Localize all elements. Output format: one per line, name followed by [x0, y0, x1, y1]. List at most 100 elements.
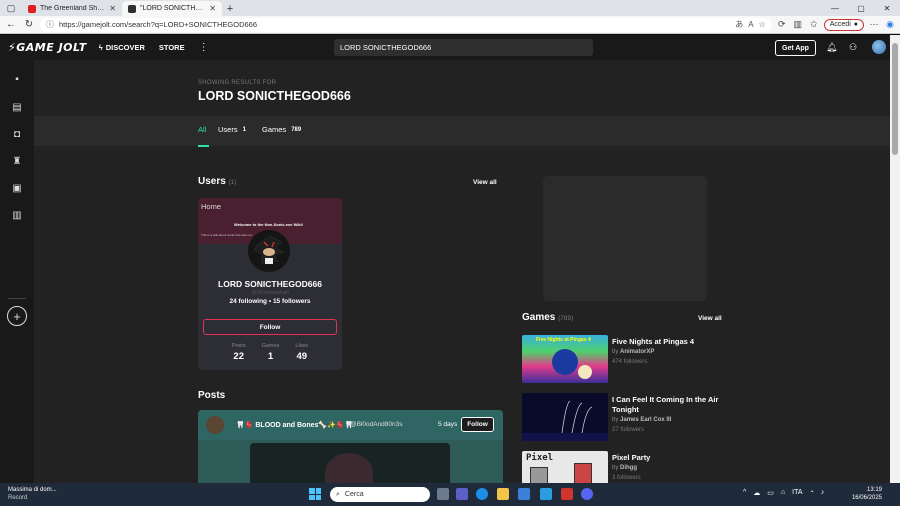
site-search-input[interactable]: LORD SONICTHEGOD666	[334, 39, 593, 56]
close-tab-icon[interactable]: ✕	[209, 4, 216, 13]
browser-tab-1[interactable]: The Greenland Shark - World's O ✕	[22, 1, 122, 16]
game-thumbnail[interactable]	[522, 393, 608, 441]
post-author-avatar[interactable]	[206, 416, 224, 434]
game-item[interactable]: I Can Feel It Coming In the Air Tonight …	[522, 393, 722, 441]
more-menu-icon[interactable]: ⋯	[868, 19, 880, 30]
store-icon[interactable]: ▤	[10, 100, 24, 114]
discover-link[interactable]: ϟ DISCOVER	[99, 43, 145, 52]
system-tray: ^ ☁ ▭ ⌂ ITA ◔ ♪	[743, 489, 824, 497]
pingas-character-icon	[552, 349, 578, 375]
author-name[interactable]: AnimatorXP	[620, 349, 654, 355]
quest-icon[interactable]: ⚇	[849, 42, 857, 53]
author-name[interactable]: Dihgg	[620, 465, 637, 471]
taskbar-search[interactable]: ⌕ Cerca	[330, 487, 430, 502]
wifi-icon[interactable]: ◔	[810, 489, 814, 497]
post-author-name[interactable]: 🦷🫀 BLOOD and Bones🦴✨🫀🦷	[236, 421, 353, 429]
game-title[interactable]: Five Nights at Pingas 4	[612, 337, 722, 347]
cloud-icon[interactable]: ☁	[753, 489, 760, 497]
tab-actions-icon[interactable]: ▢	[0, 0, 22, 16]
browser-toolbar: ← ↻ ⓘ https://gamejolt.com/search?q=LORD…	[0, 16, 900, 34]
store-app-icon[interactable]	[518, 488, 530, 500]
post-follow-button[interactable]: Follow	[461, 417, 494, 432]
metric-likes-label: Likes	[295, 343, 309, 349]
split-screen-icon[interactable]: ▥	[792, 19, 804, 30]
game-thumbnail[interactable]: Five Nights at Pingas 4	[522, 335, 608, 383]
game-thumbnail[interactable]: Pixel	[522, 451, 608, 483]
back-icon[interactable]: ←	[4, 18, 18, 32]
game-item[interactable]: Five Nights at Pingas 4 Five Nights at P…	[522, 335, 722, 383]
mcafee-icon[interactable]	[561, 488, 573, 500]
weather-app-icon[interactable]	[540, 488, 552, 500]
address-bar[interactable]: ⓘ https://gamejolt.com/search?q=LORD+SON…	[40, 17, 772, 32]
taskbar-clock[interactable]: 13:19 16/06/2025	[848, 486, 882, 502]
results-query: LORD SONICTHEGOD666	[198, 89, 351, 103]
post-image[interactable]	[250, 443, 450, 483]
add-community-button[interactable]: +	[7, 306, 27, 326]
user-card-avatar[interactable]	[248, 230, 290, 272]
activity-icon[interactable]: ▪	[10, 72, 24, 86]
user-card-name[interactable]: LORD SONICTHEGOD666	[198, 279, 342, 289]
weather-widget[interactable]: Massima di dom... Record	[8, 486, 57, 502]
author-name[interactable]: James Earl Cox III	[620, 417, 671, 423]
followers-count[interactable]: 15 followers	[273, 298, 311, 305]
metric-games-label: Games	[261, 343, 280, 349]
post-card[interactable]: 🦷🫀 BLOOD and Bones🦴✨🫀🦷 @Bl0odAnd80n3s 5 …	[198, 410, 503, 483]
by-label: by	[612, 417, 619, 423]
library-icon[interactable]: ▥	[10, 208, 24, 222]
maximize-icon[interactable]: ▢	[848, 0, 874, 16]
volume-icon[interactable]: ♪	[821, 489, 825, 497]
task-view-icon[interactable]	[437, 488, 449, 500]
language-indicator[interactable]: ITA	[792, 489, 802, 497]
game-item[interactable]: Pixel Pixel Party by Dihgg 3 followers	[522, 451, 722, 483]
games-view-all-link[interactable]: View all	[698, 315, 722, 322]
trophy-icon[interactable]: ♜	[10, 154, 24, 168]
more-vertical-icon[interactable]: ⋮	[199, 42, 209, 53]
page-scrollbar[interactable]	[890, 35, 900, 483]
file-explorer-icon[interactable]	[497, 488, 509, 500]
translate-icon[interactable]: あ	[735, 19, 743, 30]
chevron-up-icon[interactable]: ^	[743, 489, 746, 497]
store-link[interactable]: STORE	[159, 43, 185, 52]
game-title[interactable]: I Can Feel It Coming In the Air Tonight	[612, 395, 722, 415]
site-header: ⚡GAME JOLT ϟ DISCOVER STORE ⋮ LORD SONICT…	[0, 35, 890, 60]
chat-icon[interactable]: ▣	[10, 181, 24, 195]
tab-users[interactable]: Users 1	[218, 125, 246, 134]
network-icon[interactable]: ⌂	[781, 489, 785, 497]
edge-icon[interactable]	[476, 488, 488, 500]
read-aloud-icon[interactable]: A	[748, 20, 753, 29]
backpack-icon[interactable]: ◘	[10, 127, 24, 141]
copilot-icon[interactable]: ◉	[884, 19, 896, 30]
favorites-icon[interactable]: ✩	[808, 19, 820, 30]
game-title[interactable]: Pixel Party	[612, 453, 722, 463]
bell-icon[interactable]: 🔔︎	[826, 42, 837, 53]
scrollbar-thumb[interactable]	[892, 43, 898, 155]
following-count[interactable]: 24 following	[229, 298, 267, 305]
browser-tab-2[interactable]: "LORD SONICTHEGOD666" on Ga ✕	[122, 1, 222, 16]
favorite-star-icon[interactable]: ☆	[759, 20, 766, 29]
gamejolt-logo[interactable]: ⚡GAME JOLT	[8, 41, 87, 54]
windows-start-icon[interactable]	[309, 488, 321, 500]
get-app-button[interactable]: Get App	[775, 40, 816, 56]
refresh-icon[interactable]: ↻	[22, 18, 36, 32]
new-tab-button[interactable]: +	[222, 1, 238, 16]
site-info-icon[interactable]: ⓘ	[46, 19, 54, 30]
post-timestamp[interactable]: 5 days	[438, 421, 457, 428]
tab-all[interactable]: All	[198, 125, 206, 134]
refresh-extension-icon[interactable]: ⟳	[776, 19, 788, 30]
tab-title: The Greenland Shark - World's O	[40, 5, 106, 12]
discord-icon[interactable]	[581, 488, 593, 500]
battery-icon[interactable]: ▭	[767, 489, 774, 497]
left-sidebar: ▪ ▤ ◘ ♜ ▣ ▥ +	[0, 60, 34, 483]
post-author-handle[interactable]: @Bl0odAnd80n3s	[350, 421, 403, 428]
teams-icon[interactable]	[456, 488, 468, 500]
users-view-all-link[interactable]: View all	[473, 179, 497, 186]
minimize-icon[interactable]: —	[822, 0, 848, 16]
user-card[interactable]: Home Welcome to the Non-Sonic.exe Wiki! …	[198, 198, 342, 370]
follow-user-button[interactable]: Follow	[203, 319, 337, 335]
egg-character-icon	[578, 365, 592, 379]
user-avatar[interactable]	[872, 40, 886, 54]
close-window-icon[interactable]: ✕	[874, 0, 900, 16]
close-tab-icon[interactable]: ✕	[109, 4, 116, 13]
tab-games[interactable]: Games 789	[262, 125, 301, 134]
sign-in-button[interactable]: Accedi ●	[823, 18, 864, 31]
